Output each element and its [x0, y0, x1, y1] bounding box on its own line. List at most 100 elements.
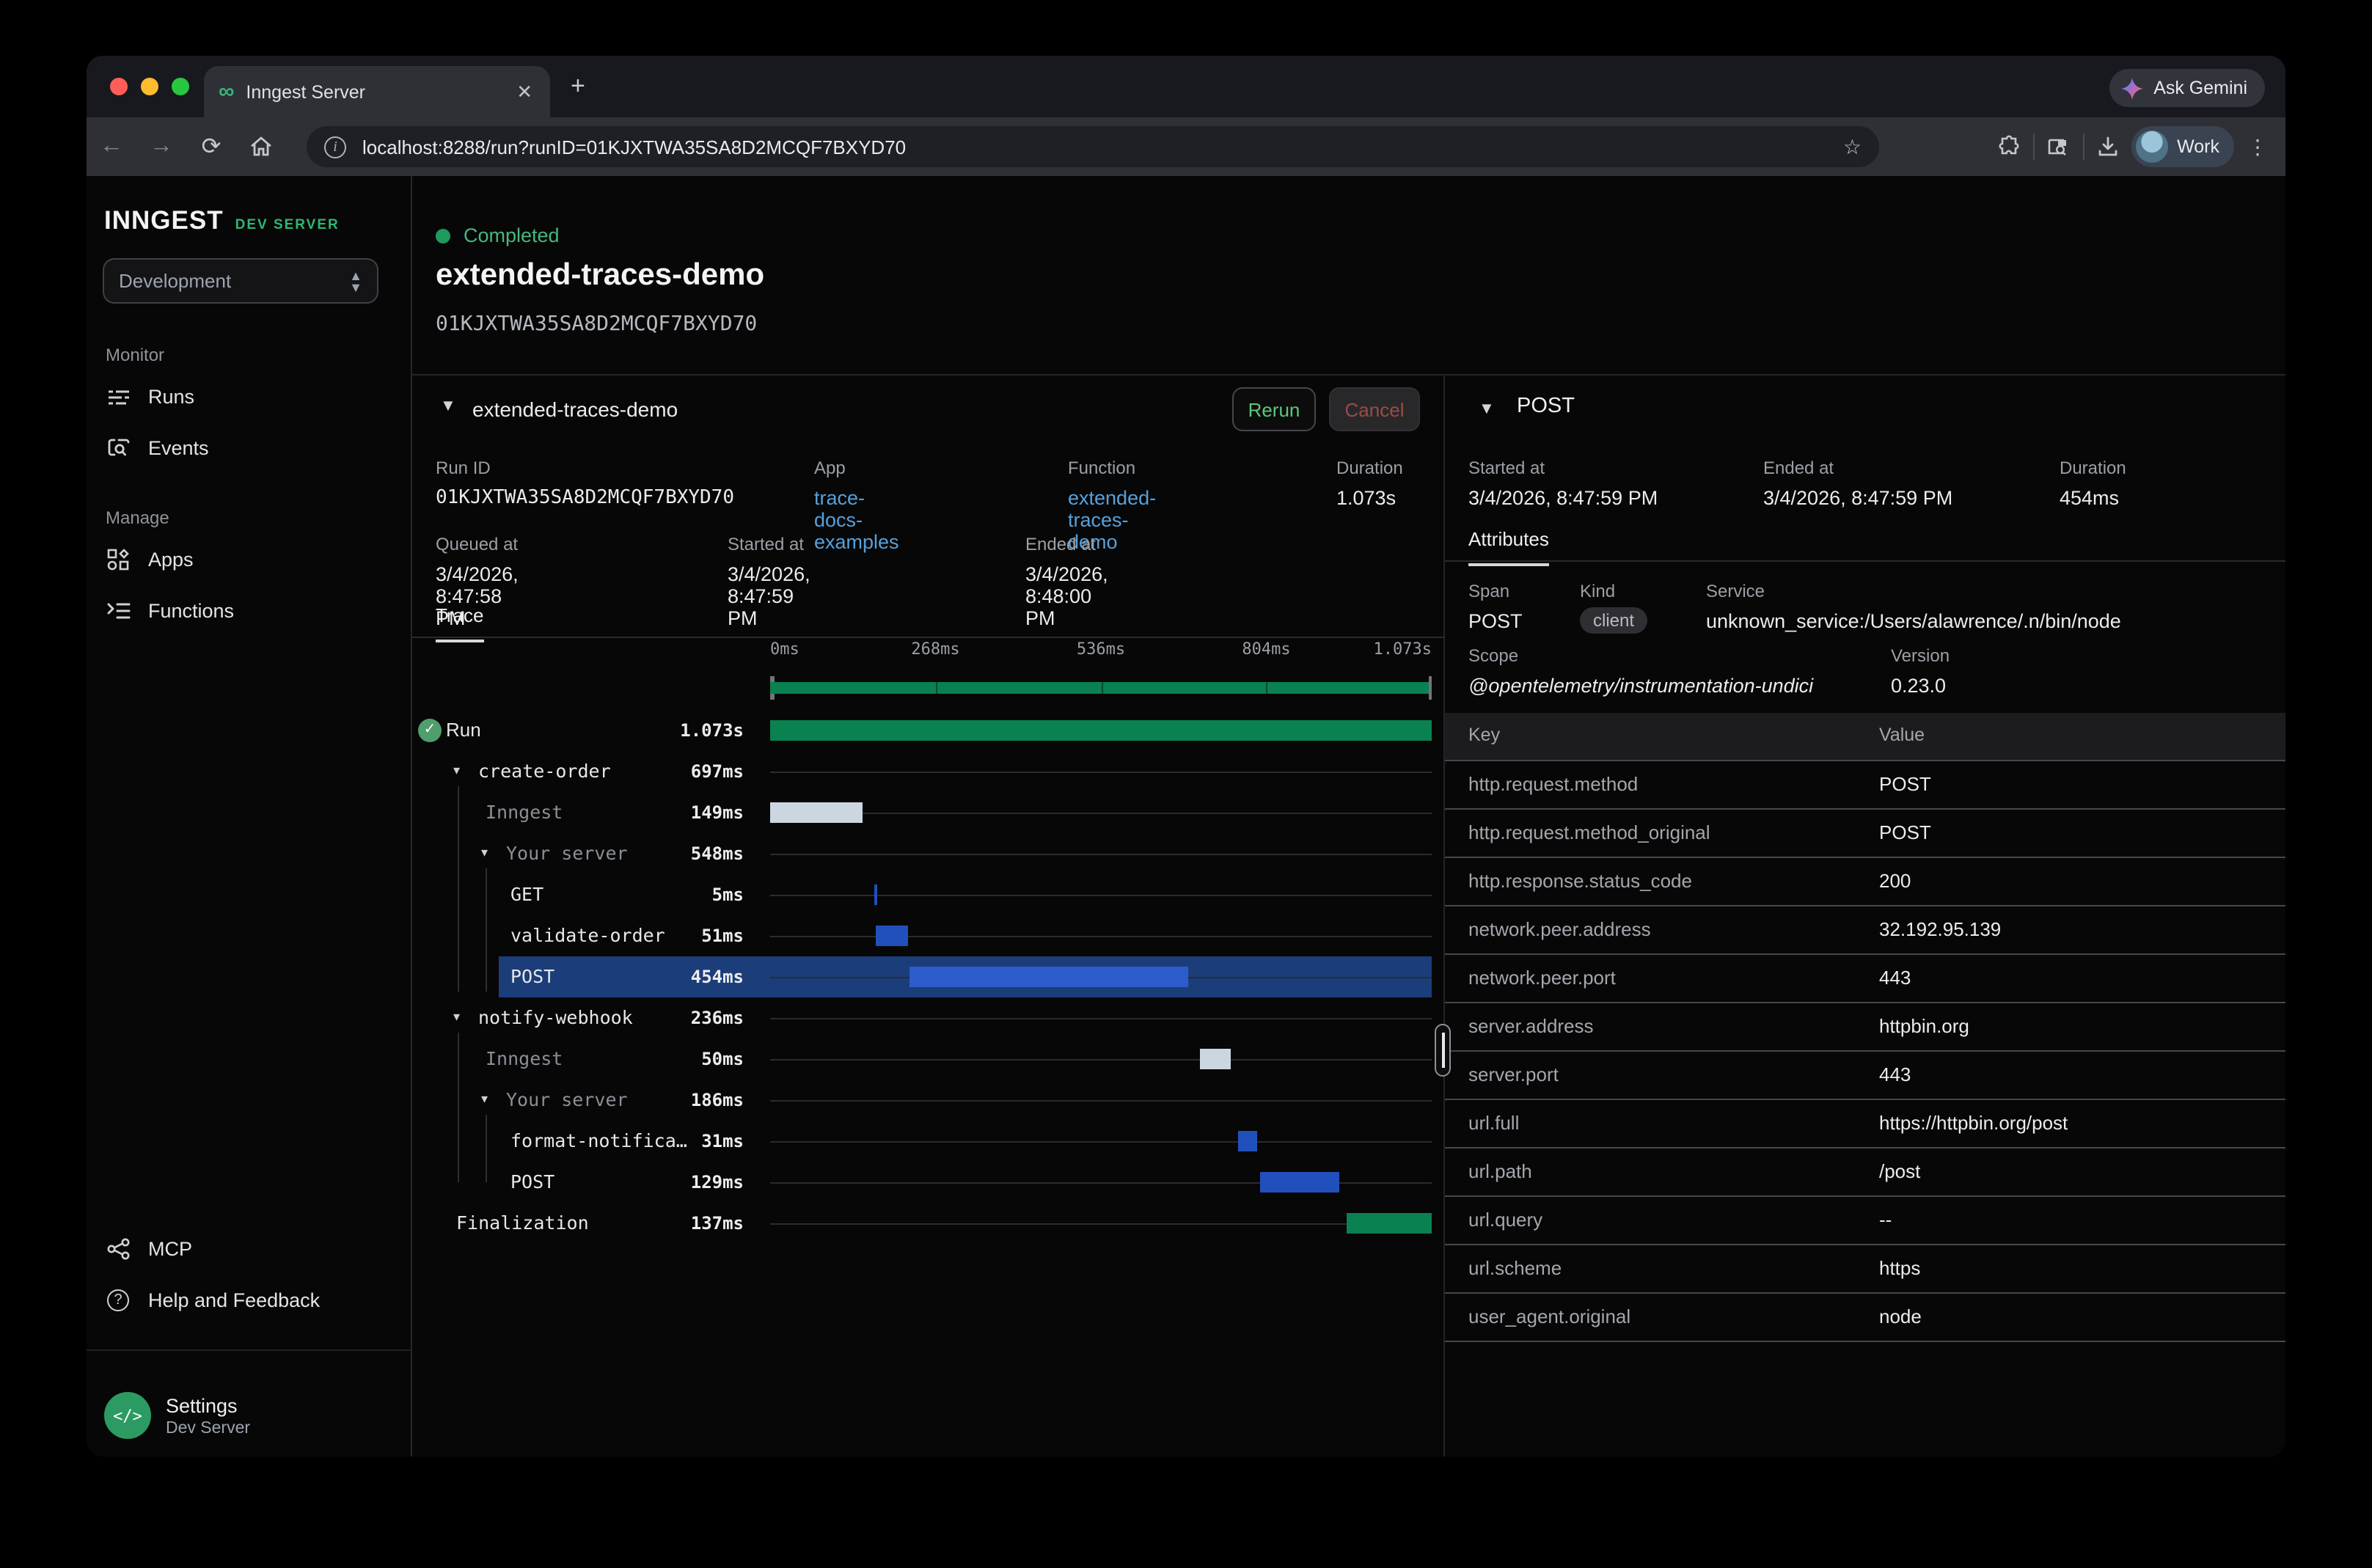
url-text[interactable]: localhost:8288/run?runID=01KJXTWA35SA8D2…: [362, 136, 1843, 158]
trace-row[interactable]: ▾ create-order697ms: [412, 751, 1443, 792]
trace-row[interactable]: ▾notify-webhook236ms: [412, 997, 1443, 1038]
chevron-down-icon[interactable]: ▾: [453, 763, 460, 779]
home-icon[interactable]: [236, 135, 286, 158]
kind-badge: client: [1580, 607, 1647, 634]
app-link[interactable]: trace-docs-examples: [814, 487, 899, 553]
collapse-chevron-icon[interactable]: ▼: [1479, 400, 1495, 418]
scrollbar-thumb[interactable]: [1435, 1024, 1451, 1077]
chevron-down-icon[interactable]: ▾: [453, 1009, 460, 1025]
attribute-row[interactable]: server.addresshttpbin.org: [1445, 1003, 2285, 1052]
browser-menu-icon[interactable]: ⋮: [2244, 134, 2271, 159]
trace-row[interactable]: POST454ms: [412, 956, 1443, 997]
attribute-value: /post: [1879, 1160, 1920, 1182]
span-label: create-order: [478, 760, 611, 782]
minimize-window-button[interactable]: [141, 78, 158, 95]
attribute-key: http.request.method_original: [1468, 821, 1710, 843]
span-bar[interactable]: [1347, 1213, 1432, 1234]
span-bar[interactable]: [770, 720, 1432, 741]
trace-row[interactable]: ▾Your server186ms: [412, 1080, 1443, 1121]
chevron-down-icon[interactable]: ▾: [481, 1091, 488, 1107]
trace-row[interactable]: ✓Run1.073s: [412, 710, 1443, 751]
attribute-key: network.peer.address: [1468, 918, 1651, 940]
trace-row[interactable]: Finalization137ms: [412, 1203, 1443, 1244]
span-bar[interactable]: [909, 967, 1189, 987]
attribute-row[interactable]: user_agent.originalnode: [1445, 1294, 2285, 1342]
sidebar-item-apps[interactable]: Apps: [106, 549, 194, 571]
attribute-value: httpbin.org: [1879, 1015, 1969, 1037]
collapse-chevron-icon[interactable]: ▼: [440, 398, 456, 415]
attribute-row[interactable]: url.path/post: [1445, 1148, 2285, 1197]
attribute-row[interactable]: http.response.status_code200: [1445, 858, 2285, 906]
span-bar[interactable]: [1259, 1172, 1339, 1193]
attribute-row[interactable]: url.query--: [1445, 1197, 2285, 1245]
span-duration: 50ms: [597, 1049, 744, 1069]
sidebar-item-events[interactable]: Events: [106, 437, 209, 459]
attribute-value: https://httpbin.org/post: [1879, 1112, 2068, 1134]
attribute-row[interactable]: http.request.method_originalPOST: [1445, 810, 2285, 858]
span-duration: 548ms: [597, 843, 744, 864]
site-info-icon[interactable]: i: [324, 136, 346, 158]
search-tabs-icon[interactable]: [2045, 133, 2073, 160]
trace-row[interactable]: GET5ms: [412, 874, 1443, 915]
axis-tick-label: 268ms: [892, 640, 980, 659]
attribute-row[interactable]: http.request.methodPOST: [1445, 761, 2285, 810]
span-duration: 697ms: [597, 761, 744, 782]
download-icon[interactable]: [2095, 133, 2121, 160]
sidebar-item-mcp[interactable]: MCP: [106, 1238, 192, 1260]
cancel-button[interactable]: Cancel: [1329, 387, 1420, 431]
span-bar[interactable]: [874, 884, 877, 905]
close-window-button[interactable]: [110, 78, 128, 95]
span-label: Run: [446, 719, 481, 741]
reload-icon[interactable]: ⟳: [186, 132, 236, 161]
span-field-label: Version: [1891, 645, 1950, 666]
span-field-value: POST: [1468, 610, 1523, 632]
axis-tick-label: 536ms: [1057, 640, 1145, 659]
back-icon[interactable]: ←: [87, 133, 136, 160]
attribute-row[interactable]: url.schemehttps: [1445, 1245, 2285, 1294]
maximize-window-button[interactable]: [172, 78, 189, 95]
trace-row[interactable]: validate-order51ms: [412, 915, 1443, 956]
runs-icon: [106, 386, 131, 407]
status-badge: Completed: [464, 224, 560, 246]
span-label: POST: [510, 1170, 554, 1193]
trace-row[interactable]: Inngest149ms: [412, 792, 1443, 833]
sidebar-item-help[interactable]: ? Help and Feedback: [106, 1289, 320, 1311]
sidebar-item-settings[interactable]: </> Settings Dev Server: [104, 1392, 250, 1439]
meta-label: Run ID: [436, 458, 734, 478]
span-bar[interactable]: [770, 802, 862, 823]
timeline-minimap[interactable]: [770, 675, 1432, 701]
trace-row[interactable]: POST129ms: [412, 1162, 1443, 1203]
attribute-row[interactable]: network.peer.address32.192.95.139: [1445, 906, 2285, 955]
tab-trace[interactable]: Trace: [436, 604, 484, 642]
span-bar[interactable]: [1239, 1131, 1258, 1151]
span-bar[interactable]: [1199, 1049, 1230, 1069]
forward-icon[interactable]: →: [136, 133, 186, 160]
attribute-row[interactable]: server.port443: [1445, 1052, 2285, 1100]
url-bar[interactable]: i localhost:8288/run?runID=01KJXTWA35SA8…: [307, 126, 1879, 167]
span-started-at: 3/4/2026, 8:47:59 PM: [1468, 487, 1658, 509]
tab-close-icon[interactable]: ✕: [513, 80, 535, 103]
minimap-tick: [1101, 682, 1102, 694]
chevron-down-icon[interactable]: ▾: [481, 845, 488, 861]
bookmark-star-icon[interactable]: ☆: [1843, 134, 1862, 159]
profile-chip[interactable]: Work: [2131, 126, 2234, 167]
span-ended-at: 3/4/2026, 8:47:59 PM: [1763, 487, 1952, 509]
attribute-row[interactable]: network.peer.port443: [1445, 955, 2285, 1003]
sidebar-item-functions[interactable]: Functions: [106, 600, 234, 622]
attribute-value: 200: [1879, 870, 1911, 892]
sidebar-item-runs[interactable]: Runs: [106, 386, 194, 408]
rerun-button[interactable]: Rerun: [1232, 387, 1316, 431]
extensions-icon[interactable]: [1996, 133, 2023, 160]
tab-attributes[interactable]: Attributes: [1468, 528, 1549, 566]
browser-tab[interactable]: ∞ Inngest Server ✕: [204, 66, 550, 117]
new-tab-button[interactable]: +: [571, 73, 585, 100]
trace-row[interactable]: format-notifica…31ms: [412, 1121, 1443, 1162]
attribute-row[interactable]: url.fullhttps://httpbin.org/post: [1445, 1100, 2285, 1148]
toolbar-divider: [2083, 133, 2084, 160]
trace-row[interactable]: Inngest50ms: [412, 1038, 1443, 1080]
minimap-handle-right[interactable]: [1428, 676, 1432, 700]
ask-gemini-button[interactable]: Ask Gemini: [2109, 69, 2265, 107]
environment-select[interactable]: Development ▲▼: [103, 258, 378, 304]
trace-row[interactable]: ▾Your server548ms: [412, 833, 1443, 874]
span-bar[interactable]: [876, 926, 908, 946]
